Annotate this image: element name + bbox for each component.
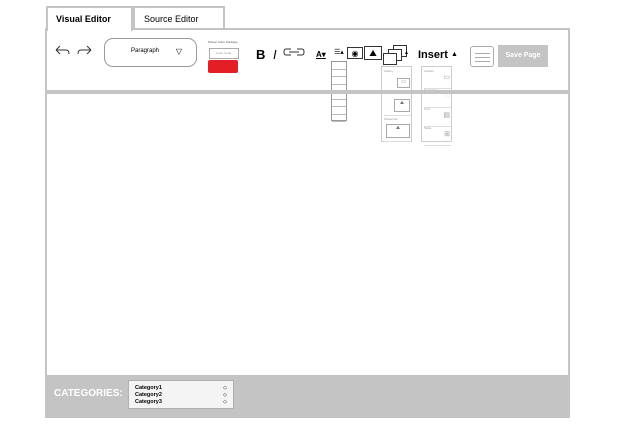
font-size-button[interactable]: A▾: [316, 50, 326, 59]
tab-visual-editor-label: Visual Editor: [56, 14, 111, 24]
color-picker-title: Pickup Color Package: [208, 40, 238, 44]
undo-icon[interactable]: [54, 44, 70, 59]
media-option[interactable]: Gallery ▭: [384, 69, 411, 92]
gallery-thumb-icon: ▭: [397, 78, 410, 88]
categories-list[interactable]: Category1 ◇ Category2 ◇ Category3 ◇: [128, 380, 234, 409]
list-option[interactable]: [332, 62, 346, 70]
media-option-label: Gallery: [384, 69, 394, 73]
paragraph-select[interactable]: Paragraph ▽: [104, 38, 197, 67]
chevron-up-icon: ▲: [451, 51, 458, 58]
color-code-field[interactable]: Color Code: [209, 48, 239, 59]
categories-label: CATEGORIES:: [54, 388, 123, 399]
link-icon[interactable]: [283, 47, 305, 60]
preview-icon[interactable]: ◉: [347, 47, 363, 59]
tab-visual-editor[interactable]: Visual Editor: [46, 6, 133, 31]
gallery-icon[interactable]: ▴: [383, 45, 408, 65]
tab-source-editor[interactable]: Source Editor: [133, 6, 225, 29]
chevron-down-icon: ▾: [321, 50, 326, 59]
chevron-down-icon: ▽: [175, 47, 182, 56]
category-item[interactable]: Category2: [135, 392, 162, 398]
articles-icon: ▭: [443, 74, 450, 81]
editor-content-area[interactable]: [47, 94, 568, 375]
insert-button[interactable]: Insert: [418, 49, 448, 61]
bold-button[interactable]: B: [256, 47, 265, 62]
tab-source-editor-label: Source Editor: [144, 14, 199, 24]
list-option[interactable]: [332, 77, 346, 85]
list-icon[interactable]: ☰▴: [334, 48, 344, 56]
category-item[interactable]: Category3: [135, 399, 162, 405]
color-code-placeholder: Color Code: [216, 51, 232, 55]
list-option[interactable]: [332, 70, 346, 77]
categories-footer: [47, 375, 568, 416]
redo-icon[interactable]: [77, 44, 93, 59]
insert-option-label: Articles: [424, 69, 434, 73]
menu-icon[interactable]: [470, 46, 494, 67]
image-icon[interactable]: ⛰: [364, 46, 382, 60]
color-swatch[interactable]: [208, 60, 238, 73]
italic-button[interactable]: I: [273, 47, 277, 62]
color-picker[interactable]: Pickup Color Package Color Code: [207, 40, 240, 74]
chevron-updown-icon[interactable]: ◇: [223, 392, 227, 398]
chevron-updown-icon[interactable]: ◇: [223, 385, 227, 391]
category-item[interactable]: Category1: [135, 385, 162, 391]
save-page-button[interactable]: Save Page: [498, 45, 548, 67]
chevron-updown-icon[interactable]: ◇: [223, 399, 227, 405]
paragraph-select-label: Paragraph: [131, 48, 160, 54]
insert-option[interactable]: Articles ▭: [424, 69, 451, 89]
